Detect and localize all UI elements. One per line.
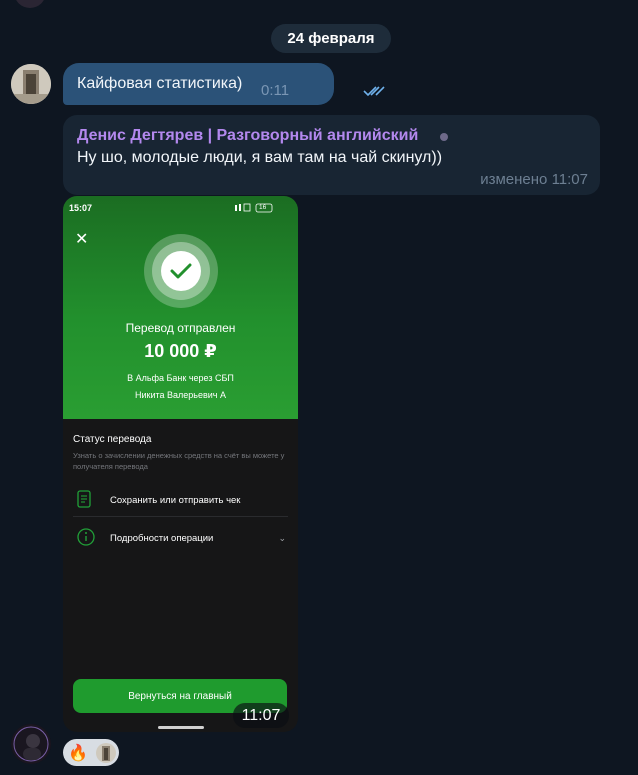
status-description: Узнать о зачислении денежных средств на …	[73, 451, 285, 471]
avatar-photo	[11, 724, 51, 764]
details-label: Подробности операции	[110, 533, 214, 544]
info-icon	[77, 528, 95, 546]
message-time: 0:11	[261, 82, 290, 99]
fire-icon: 🔥	[68, 744, 88, 762]
status-title: Статус перевода	[73, 434, 152, 445]
home-indicator	[158, 726, 204, 729]
details-row: Подробности операции ⌄	[73, 521, 288, 555]
divider	[73, 516, 288, 517]
outgoing-message[interactable]: Кайфовая статистика) 0:11	[63, 63, 385, 105]
avatar[interactable]	[11, 64, 51, 104]
double-check-icon	[363, 86, 385, 97]
chevron-down-icon: ⌄	[278, 533, 286, 543]
bank-header: 15:07 16 ✕ Перевод отправлен 10 000 ₽ В …	[63, 196, 298, 419]
avatar-photo	[11, 64, 51, 104]
transfer-title: Перевод отправлен	[125, 321, 236, 335]
statusbar-time: 15:07	[69, 203, 93, 213]
reaction-avatar	[95, 742, 116, 763]
photo-attachment[interactable]: 15:07 16 ✕ Перевод отправлен 10 000 ₽ В …	[63, 196, 298, 732]
date-divider: 24 февраля	[271, 24, 391, 53]
signal-battery-icon	[235, 203, 273, 213]
sender-name[interactable]: Денис Дегтярев | Разговорный английский	[77, 127, 418, 145]
message-text: Ну шо, молодые люди, я вам там на чай ск…	[77, 149, 443, 166]
success-check-icon	[144, 234, 218, 308]
photo-time: 11:07	[233, 703, 289, 728]
status-dot-icon	[440, 133, 448, 141]
receipt-label: Сохранить или отправить чек	[110, 495, 241, 506]
reaction-chip[interactable]: 🔥	[63, 739, 119, 766]
receipt-icon	[77, 490, 91, 508]
incoming-message[interactable]: Денис Дегтярев | Разговорный английский …	[63, 115, 600, 195]
battery-level: 16	[259, 204, 267, 211]
edited-time: изменено 11:07	[480, 171, 588, 188]
message-text: Кайфовая статистика)	[77, 75, 243, 92]
avatar[interactable]	[14, 0, 46, 8]
avatar[interactable]	[11, 724, 51, 764]
statusbar-icons	[234, 203, 276, 215]
transfer-bank: В Альфа Банк через СБП	[127, 373, 234, 383]
receipt-row: Сохранить или отправить чек	[73, 483, 288, 517]
transfer-amount: 10 000 ₽	[144, 341, 217, 361]
close-icon: ✕	[75, 231, 89, 248]
transfer-recipient: Никита Валерьевич А	[135, 390, 226, 400]
